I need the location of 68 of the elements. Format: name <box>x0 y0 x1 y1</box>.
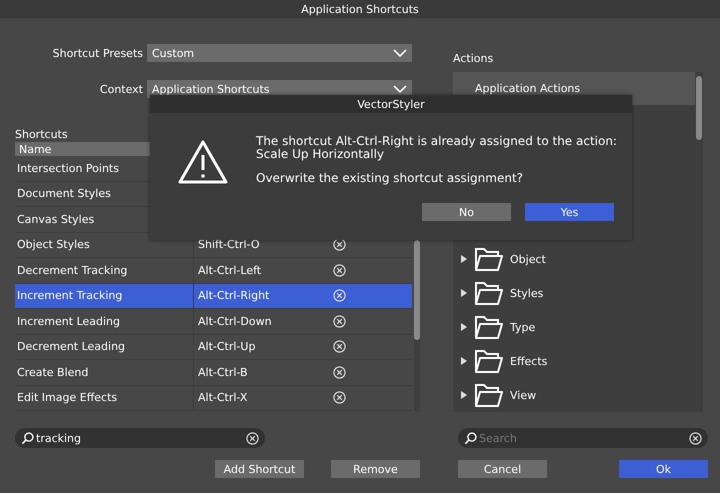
shortcut-cell: Alt-Ctrl-X <box>193 386 333 410</box>
tree-item[interactable]: Styles <box>510 286 544 300</box>
clear-icon[interactable] <box>333 340 346 354</box>
name-cell-text: Create Blend <box>16 366 90 379</box>
folder-icon <box>474 382 504 408</box>
search-field[interactable]: tracking <box>15 428 265 448</box>
shortcut-cell: Alt-Ctrl-Right <box>193 284 333 308</box>
window-title: Application Shortcuts <box>0 0 720 18</box>
search-icon <box>464 432 477 445</box>
clear-icon[interactable] <box>246 432 259 445</box>
shortcut-row[interactable]: Edit Image Effects Alt-Ctrl-X <box>15 386 412 411</box>
chevron-icon <box>393 49 407 57</box>
shortcut-cell: Alt-Ctrl-B <box>193 360 333 384</box>
clear-icon[interactable] <box>333 238 346 252</box>
shortcut-cell: Alt-Ctrl-Down <box>193 309 333 334</box>
name-cell-text: Document Styles <box>16 187 112 200</box>
clear-icon[interactable] <box>689 432 702 445</box>
name-cell-text: Increment Leading <box>16 314 122 328</box>
expand-icon[interactable] <box>460 391 468 399</box>
name-cell-text: Decrement Leading <box>16 340 126 354</box>
folder-icon <box>474 280 504 306</box>
dialog-button[interactable]: No <box>422 203 511 221</box>
shortcut-row[interactable]: Decrement Leading Alt-Ctrl-Up <box>15 334 412 360</box>
clear-icon[interactable] <box>333 391 346 404</box>
warning-icon <box>177 139 229 185</box>
shortcut-row[interactable]: Increment Leading Alt-Ctrl-Down <box>15 309 412 334</box>
search-field[interactable]: Search <box>458 428 708 448</box>
name-cell-text: Object Styles <box>16 238 91 252</box>
tree-item[interactable]: Effects <box>510 354 548 368</box>
name-cell-text: Edit Image Effects <box>16 391 118 404</box>
clear-icon[interactable] <box>333 289 346 302</box>
action-button[interactable]: Cancel <box>458 460 547 478</box>
dialog-question: Overwrite the existing shortcut assignment? <box>256 171 524 185</box>
expand-icon[interactable] <box>460 357 468 365</box>
expand-icon[interactable] <box>460 289 468 297</box>
expand-icon[interactable] <box>460 255 468 263</box>
shortcut-cell: Alt-Ctrl-Up <box>193 334 333 359</box>
name-cell-text: Decrement Tracking <box>16 264 128 277</box>
dialog-message: The shortcut Alt-Ctrl-Right is already assigned to the action: Scale Up Horizontally <box>256 135 618 161</box>
context-label: Context <box>98 82 144 96</box>
action-button[interactable]: Add Shortcut <box>215 460 304 478</box>
dialog-button[interactable]: Yes <box>525 203 614 221</box>
shortcut-row[interactable]: Create Blend Alt-Ctrl-B <box>15 360 412 386</box>
clear-icon[interactable] <box>333 264 346 277</box>
section-label: Actions <box>453 52 494 66</box>
folder-icon <box>474 314 504 340</box>
section-label: Shortcuts <box>15 128 68 142</box>
search-icon <box>21 432 34 445</box>
dialog-title: VectorStyler <box>150 95 632 113</box>
action-button[interactable]: Ok <box>619 460 708 478</box>
presets-dropdown[interactable]: Custom <box>147 44 412 62</box>
shortcut-cell: Alt-Ctrl-Left <box>193 258 333 282</box>
action-button[interactable]: Remove <box>331 460 420 478</box>
presets-label: Shortcut Presets <box>52 46 144 60</box>
tree-item[interactable]: View <box>510 388 536 402</box>
name-cell-text: Intersection Points <box>16 162 120 175</box>
tree-item[interactable]: Type <box>510 320 536 334</box>
name-cell-text: Increment Tracking <box>16 289 124 302</box>
tree-item[interactable]: Object <box>510 252 546 266</box>
folder-icon <box>474 246 504 272</box>
chevron-icon <box>393 85 407 93</box>
shortcut-row[interactable]: Increment Tracking Alt-Ctrl-Right <box>15 284 412 309</box>
folder-icon <box>474 348 504 374</box>
column-header[interactable]: Name <box>15 142 150 156</box>
name-cell-text: Canvas Styles <box>16 212 96 226</box>
clear-icon[interactable] <box>333 314 346 328</box>
expand-icon[interactable] <box>460 323 468 331</box>
clear-icon[interactable] <box>333 366 346 379</box>
